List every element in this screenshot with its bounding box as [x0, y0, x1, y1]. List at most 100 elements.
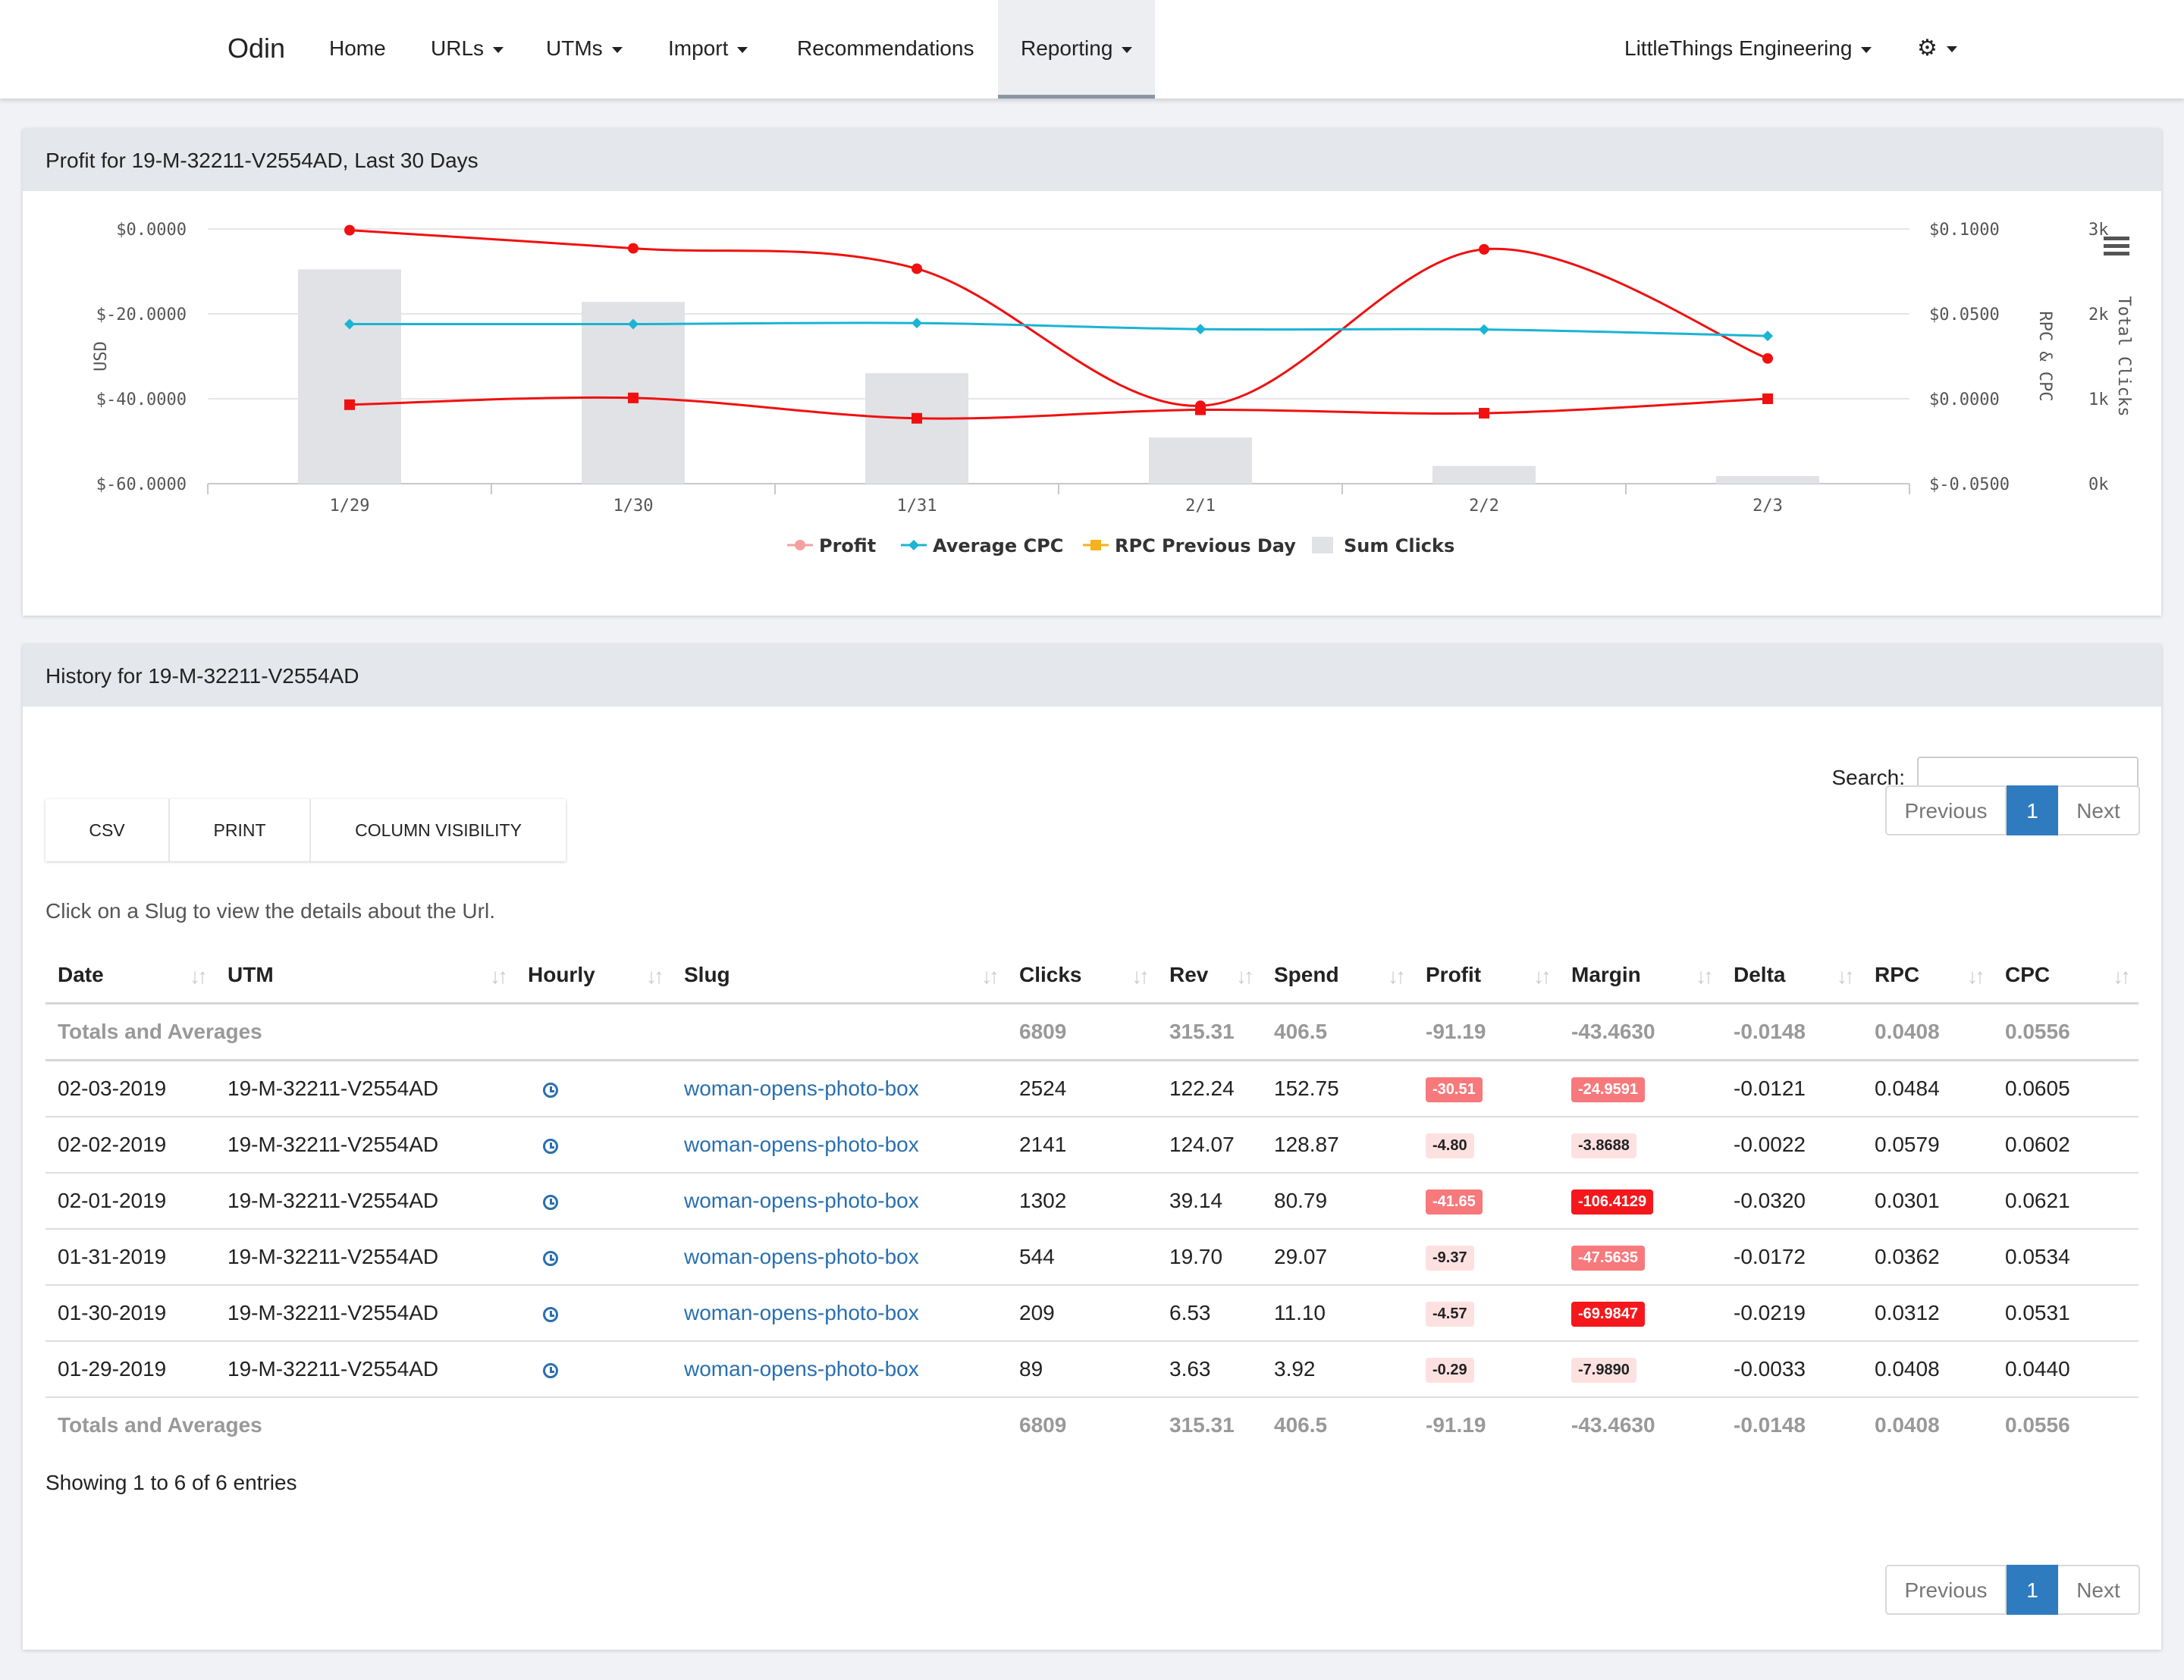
hamburger-icon[interactable] [2104, 237, 2129, 255]
nav-reporting[interactable]: Reporting [998, 0, 1156, 99]
profit-legend-symbol [795, 540, 805, 550]
table-row: 02-03-2019 19-M-32211-V2554AD woman-opens-… [46, 1060, 2138, 1117]
rpc-previous-day-point [344, 399, 355, 410]
sum-clicks-legend-symbol [1312, 537, 1333, 553]
cell-spend: 3.92 [1262, 1341, 1414, 1398]
cell-delta: -0.0121 [1721, 1060, 1862, 1117]
col-margin[interactable]: Margin ↓↑ [1559, 948, 1721, 1005]
csv-button[interactable]: CSV [46, 799, 170, 861]
profit-chart: $0.0000 $-20.0000 $-40.0000 $-60.0000 $0.100… [92, 221, 2133, 556]
totals-rpc: 0.0408 [1875, 1413, 1940, 1437]
totals-row-top: Totals and Averages 6809 315.31 406.5 -9… [46, 1003, 2138, 1061]
col-hourly[interactable]: Hourly ↓↑ [516, 948, 672, 1005]
profit-legend-label[interactable]: Profit [819, 535, 876, 556]
profit-point [1479, 243, 1489, 255]
clock-icon[interactable] [543, 1138, 558, 1154]
history-table: Date ↓↑ UTM ↓↑ Hourly ↓↑ Slug ↓↑ Clicks ↓↑ Re… [46, 948, 2138, 1453]
profit-badge: -0.29 [1426, 1358, 1474, 1383]
cell-cpc: 0.0534 [1993, 1229, 2138, 1286]
pagination-top: Previous 1 Next [1885, 785, 2140, 835]
col-rpc[interactable]: RPC ↓↑ [1862, 948, 1993, 1005]
cell-date: 02-02-2019 [46, 1117, 215, 1174]
pagination-page-1[interactable]: 1 [2007, 1565, 2058, 1615]
clock-icon[interactable] [543, 1082, 558, 1098]
average-cpc-legend-label[interactable]: Average CPC [933, 535, 1063, 556]
cell-utm: 19-M-32211-V2554AD [215, 1117, 516, 1174]
totals-row-bottom: Totals and Averages 6809 315.31 406.5 -9… [46, 1397, 2138, 1453]
caret-down-icon [737, 46, 748, 53]
settings-menu[interactable]: ⚙ [1917, 0, 1957, 99]
clock-icon[interactable] [543, 1194, 558, 1210]
nav-urls[interactable]: URLs [431, 0, 504, 99]
col-delta[interactable]: Delta ↓↑ [1721, 948, 1862, 1005]
cell-cpc: 0.0621 [1993, 1173, 2138, 1230]
col-clicks-label: Clicks [1019, 963, 1082, 986]
entries-info: Showing 1 to 6 of 6 entries [46, 1471, 297, 1494]
col-rev[interactable]: Rev ↓↑ [1157, 948, 1262, 1005]
average-cpc-legend-symbol [908, 540, 919, 550]
sum-clicks-bar [1432, 465, 1536, 484]
profit-point [912, 263, 922, 274]
cell-slug: woman-opens-photo-box [672, 1173, 1007, 1230]
col-spend[interactable]: Spend ↓↑ [1262, 948, 1414, 1005]
table-row: 01-29-2019 19-M-32211-V2554AD woman-opens-… [46, 1341, 2138, 1398]
cell-profit: -41.65 [1414, 1173, 1559, 1230]
slug-hint: Click on a Slug to view the details abou… [46, 899, 495, 923]
cell-utm: 19-M-32211-V2554AD [215, 1229, 516, 1286]
pagination-previous[interactable]: Previous [1885, 785, 2007, 835]
cell-clicks: 544 [1007, 1229, 1157, 1286]
rpc-previous-day-point [1195, 404, 1206, 415]
totals-profit: -91.19 [1414, 1003, 1559, 1061]
slug-link[interactable]: woman-opens-photo-box [684, 1077, 919, 1100]
sum-clicks-legend-label[interactable]: Sum Clicks [1344, 535, 1454, 556]
average-cpc-point [912, 318, 922, 329]
col-slug[interactable]: Slug ↓↑ [672, 948, 1007, 1005]
rpc-previous-day-legend-label[interactable]: RPC Previous Day [1115, 535, 1296, 556]
print-button[interactable]: PRINT [170, 799, 311, 861]
cell-utm: 19-M-32211-V2554AD [215, 1060, 516, 1117]
col-cpc[interactable]: CPC ↓↑ [1993, 948, 2138, 1005]
nav-recommendations[interactable]: Recommendations [797, 0, 974, 99]
slug-link[interactable]: woman-opens-photo-box [684, 1301, 919, 1324]
nav-import[interactable]: Import [668, 0, 748, 99]
clock-icon[interactable] [543, 1362, 558, 1378]
margin-badge: -69.9847 [1571, 1302, 1645, 1327]
x-axis-tick-label: 1/30 [613, 497, 654, 516]
cell-date: 01-29-2019 [46, 1341, 215, 1398]
pagination-next[interactable]: Next [2058, 785, 2140, 835]
sort-icon: ↓↑ [1967, 964, 1985, 988]
clock-icon[interactable] [543, 1306, 558, 1322]
slug-link[interactable]: woman-opens-photo-box [684, 1189, 919, 1212]
nav-home[interactable]: Home [329, 0, 386, 99]
sort-icon: ↓↑ [2113, 964, 2131, 988]
cell-slug: woman-opens-photo-box [672, 1341, 1007, 1398]
sort-icon: ↓↑ [646, 964, 664, 988]
org-switcher[interactable]: LittleThings Engineering [1624, 0, 1872, 99]
nav-utms[interactable]: UTMs [546, 0, 623, 99]
pagination-page-1[interactable]: 1 [2007, 785, 2058, 835]
col-utm[interactable]: UTM ↓↑ [215, 948, 516, 1005]
x-axis-tick-label: 1/31 [897, 497, 937, 516]
average-cpc-point [1762, 331, 1773, 342]
cell-margin: -106.4129 [1559, 1173, 1721, 1230]
slug-link[interactable]: woman-opens-photo-box [684, 1357, 919, 1381]
cell-slug: woman-opens-photo-box [672, 1060, 1007, 1117]
brand-logo[interactable]: Odin [228, 0, 285, 99]
slug-link[interactable]: woman-opens-photo-box [684, 1133, 919, 1156]
top-navbar: Odin Home URLs UTMs Import Recommendatio… [0, 0, 2184, 99]
cell-delta: -0.0033 [1721, 1341, 1862, 1398]
profit-point [344, 224, 355, 236]
column-visibility-button[interactable]: COLUMN VISIBILITY [311, 799, 566, 861]
pagination-previous[interactable]: Previous [1885, 1565, 2007, 1615]
average-cpc-point [1195, 324, 1206, 335]
history-panel-title: History for 19-M-32211-V2554AD [23, 644, 2161, 707]
slug-link[interactable]: woman-opens-photo-box [684, 1245, 919, 1268]
col-profit[interactable]: Profit ↓↑ [1414, 948, 1559, 1005]
cell-margin: -47.5635 [1559, 1229, 1721, 1286]
rpc-previous-day-point [912, 412, 922, 424]
clock-icon[interactable] [543, 1250, 558, 1266]
col-clicks[interactable]: Clicks ↓↑ [1007, 948, 1157, 1005]
col-date[interactable]: Date ↓↑ [46, 948, 215, 1005]
pagination-next[interactable]: Next [2058, 1565, 2140, 1615]
right-axis-title: RPC & CPC [2035, 311, 2054, 401]
